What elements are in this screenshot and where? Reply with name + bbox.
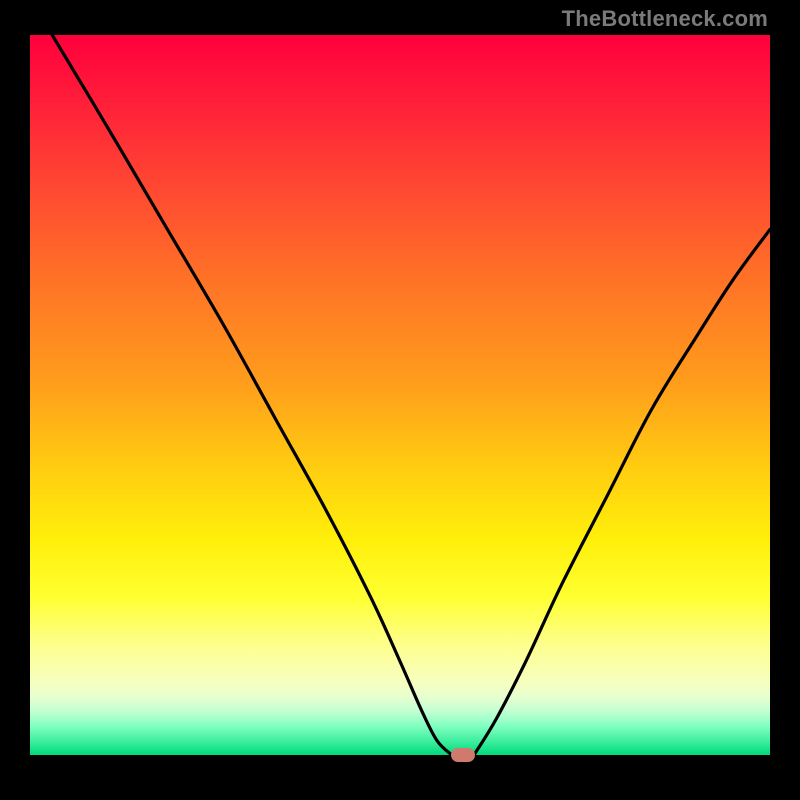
plot-area — [30, 35, 770, 755]
watermark-text: TheBottleneck.com — [562, 6, 768, 32]
optimal-marker — [451, 748, 475, 762]
chart-stage: TheBottleneck.com — [0, 0, 800, 800]
bottleneck-curve — [30, 35, 770, 755]
